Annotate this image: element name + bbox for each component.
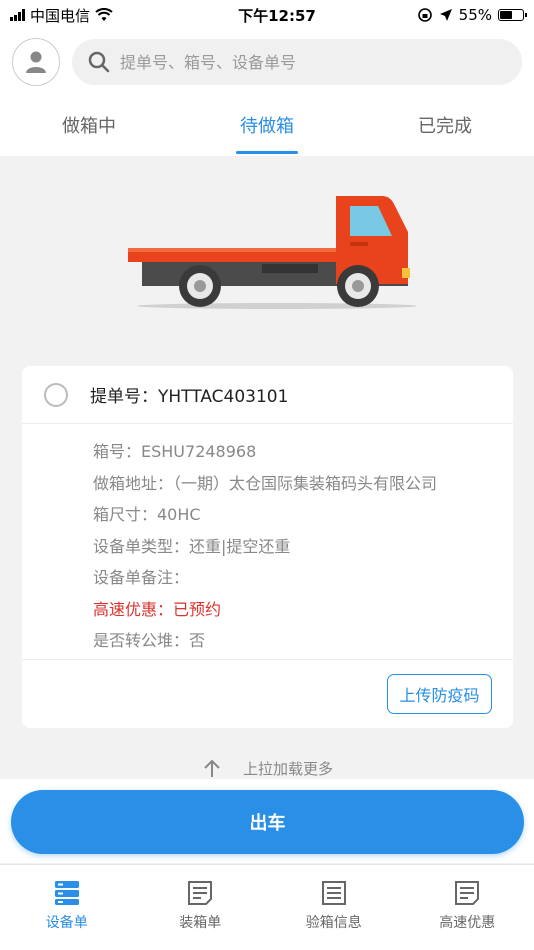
user-icon xyxy=(26,51,46,73)
nav-label: 高速优惠 xyxy=(439,914,496,931)
truck-illustration xyxy=(112,176,422,326)
search-input[interactable] xyxy=(120,52,506,72)
bottom-nav: 设备单 装箱单 验箱信息 高速优惠 xyxy=(0,864,534,950)
clock: 下午12:57 xyxy=(238,6,316,25)
nav-inspection-info[interactable]: 验箱信息 xyxy=(267,865,401,950)
document-icon xyxy=(455,880,480,905)
public-yard-transfer: 是否转公堆：否 xyxy=(93,631,206,650)
document-icon xyxy=(188,880,213,905)
signal-icon xyxy=(10,9,25,21)
container-size: 箱尺寸：40HC xyxy=(93,505,201,524)
search-bar[interactable] xyxy=(72,39,522,85)
truck-icon xyxy=(128,196,417,309)
header xyxy=(0,30,534,94)
nav-highway-discount[interactable]: 高速优惠 xyxy=(401,865,534,950)
bill-number: 提单号：YHTTAC403101 xyxy=(90,387,289,407)
tab-completed[interactable]: 已完成 xyxy=(356,94,534,156)
upload-health-code-button[interactable]: 上传防疫码 xyxy=(387,674,492,714)
rotation-lock-icon xyxy=(417,8,432,22)
order-remark: 设备单备注： xyxy=(93,568,190,587)
nav-device-orders[interactable]: 设备单 xyxy=(0,865,134,950)
battery-percent: 55% xyxy=(458,6,492,24)
select-radio[interactable] xyxy=(44,382,68,407)
order-details: 箱号：ESHU7248968 做箱地址：（一期）太仓国际集装箱码头有限公司 箱尺… xyxy=(22,424,513,660)
depart-button[interactable]: 出车 xyxy=(11,790,524,854)
order-card: 提单号：YHTTAC403101 箱号：ESHU7248968 做箱地址：（一期… xyxy=(22,366,513,728)
device-list-icon xyxy=(54,880,79,905)
order-card-header: 提单号：YHTTAC403101 xyxy=(22,366,513,424)
order-type: 设备单类型：还重|提空还重 xyxy=(93,536,291,556)
location-icon xyxy=(439,9,452,21)
battery-icon xyxy=(498,9,527,21)
load-more-label: 上拉加载更多 xyxy=(242,759,333,778)
highway-discount-status: 高速优惠：已预约 xyxy=(93,599,222,619)
avatar[interactable] xyxy=(12,38,60,86)
nav-label: 设备单 xyxy=(45,914,88,931)
status-bar: 中国电信 下午12:57 55% xyxy=(0,0,534,30)
nav-packing-list[interactable]: 装箱单 xyxy=(134,865,268,950)
document-icon xyxy=(321,880,346,905)
order-card-footer: 上传防疫码 xyxy=(22,660,513,728)
nav-label: 验箱信息 xyxy=(305,914,362,931)
battery-fill xyxy=(500,11,513,19)
container-number: 箱号：ESHU7248968 xyxy=(93,442,257,461)
load-more-hint: 上拉加载更多 xyxy=(0,757,534,779)
search-icon xyxy=(88,51,110,73)
carrier-label: 中国电信 xyxy=(30,6,91,25)
status-tabs: 做箱中 待做箱 已完成 xyxy=(0,94,534,156)
arrow-up-icon xyxy=(204,759,220,777)
tab-in-progress[interactable]: 做箱中 xyxy=(0,94,178,156)
nav-label: 装箱单 xyxy=(179,914,222,931)
packing-address: 做箱地址：（一期）太仓国际集装箱码头有限公司 xyxy=(93,473,438,493)
tab-pending[interactable]: 待做箱 xyxy=(178,94,356,156)
wifi-icon xyxy=(95,8,113,21)
